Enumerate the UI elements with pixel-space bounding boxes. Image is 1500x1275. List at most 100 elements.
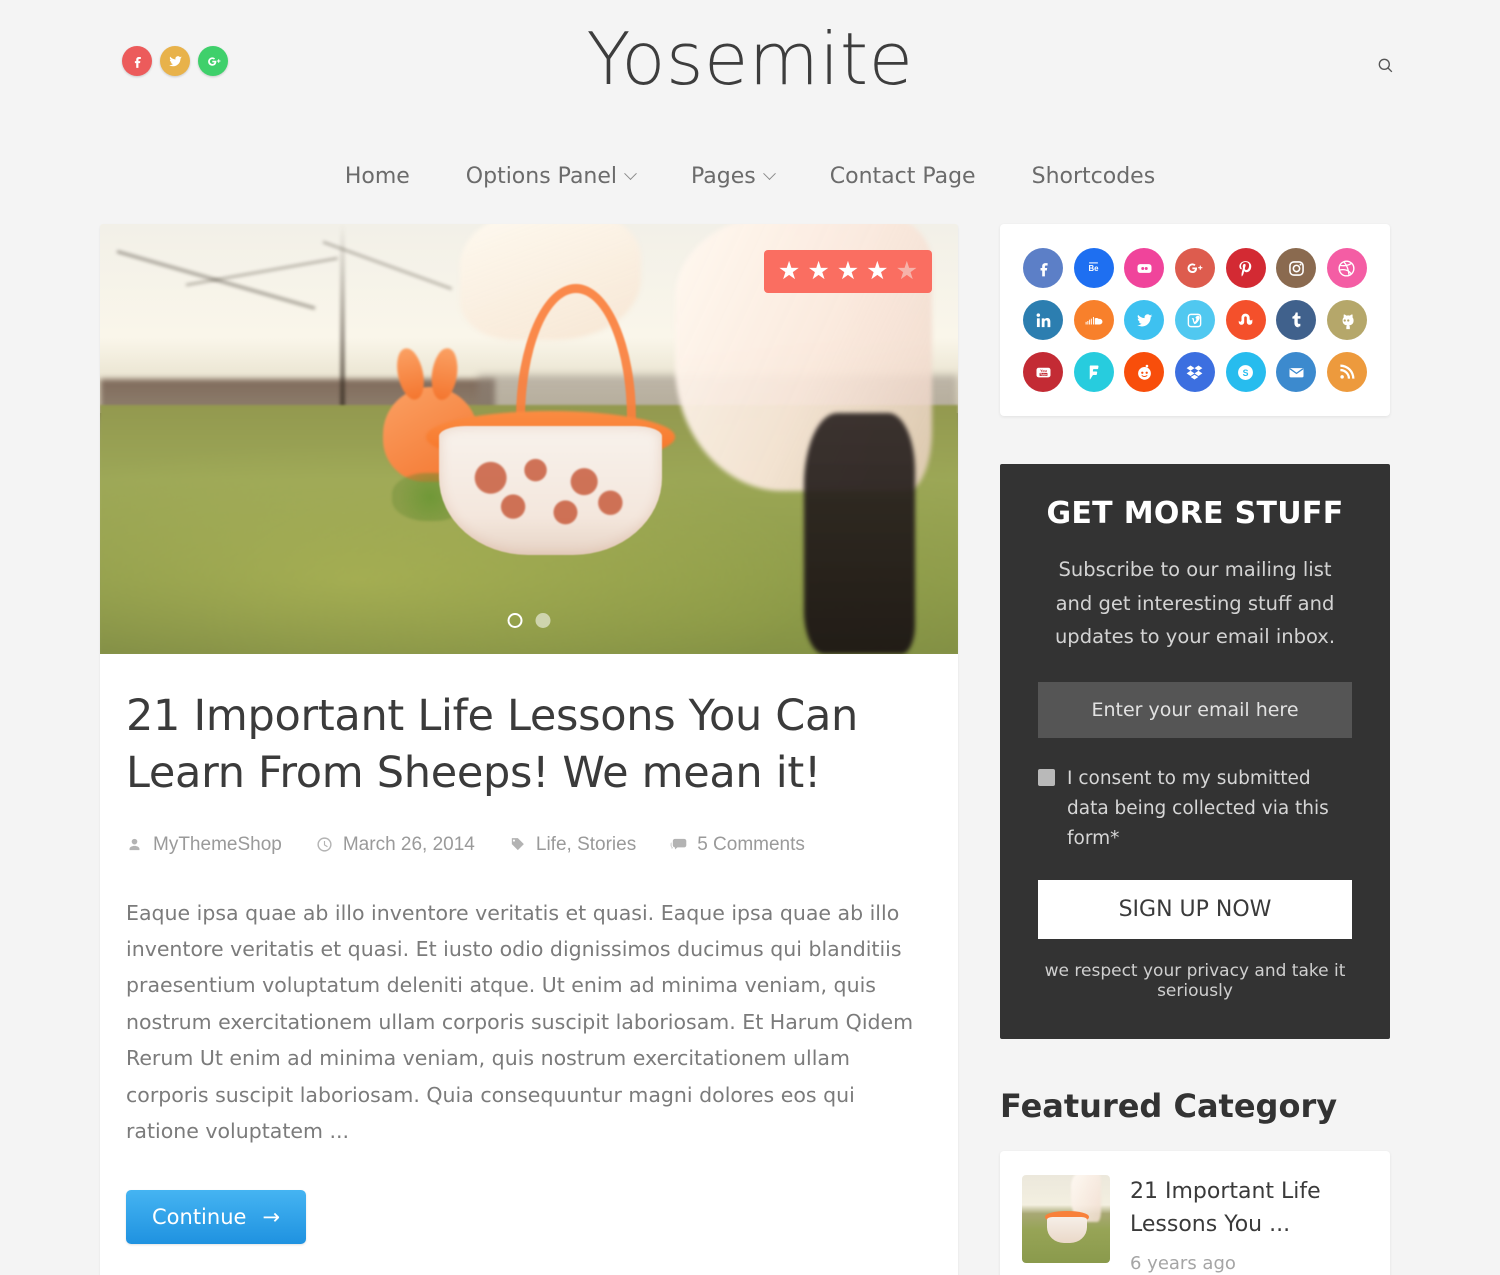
newsletter-description: Subscribe to our mailing list and get in… [1054,558,1336,649]
reddit-icon [1138,364,1151,380]
email-icon [1289,367,1304,377]
newsletter-consent-label: I consent to my submitted data being col… [1067,767,1329,849]
social-icon-facebook[interactable] [1023,248,1064,288]
social-icon-linkedin[interactable] [1023,300,1064,340]
nav-label: Pages [691,163,756,189]
facebook-icon [1040,262,1048,276]
newsletter-box: GET MORE STUFF Subscribe to our mailing … [1000,464,1390,1039]
post-date[interactable]: March 26, 2014 [316,834,475,856]
post-card: ★ ★ ★ ★ ★ 21 Important Life Lessons You … [100,224,958,1275]
social-icon-flickr[interactable] [1124,248,1165,288]
svg-text:Tube: Tube [1040,372,1047,376]
newsletter-consent-row[interactable]: I consent to my submitted data being col… [1038,764,1352,854]
star-icon: ★ [836,257,860,285]
social-icon-skype[interactable]: S [1225,352,1266,392]
rss-icon [1340,364,1355,379]
pinterest-icon [1239,260,1252,276]
social-icon-instagram[interactable] [1276,248,1317,288]
twitter-icon [1137,313,1153,326]
hero-basket [438,426,662,556]
social-icon-dropbox[interactable] [1174,352,1215,392]
slider-dot-active[interactable] [507,613,523,628]
featured-post-time: 6 years ago [1130,1252,1236,1274]
featured-category-card: 21 Important Life Lessons You ... 6 year… [1000,1150,1390,1275]
post-excerpt: Eaque ipsa quae ab illo inventore verita… [126,900,914,1144]
list-item[interactable]: 21 Important Life Lessons You ... 6 year… [1022,1174,1368,1274]
social-icon-reddit[interactable] [1124,352,1165,392]
search-button[interactable] [1370,50,1400,80]
social-icon-googleplus[interactable] [1174,248,1215,288]
soundcloud-icon [1085,316,1103,324]
post-date-label: March 26, 2014 [342,833,475,855]
post-author[interactable]: MyThemeShop [126,834,282,856]
hero-legs [803,413,916,654]
continue-button[interactable]: Continue → [126,1189,307,1244]
featured-post-title[interactable]: 21 Important Life Lessons You ... [1130,1175,1368,1241]
social-icon-rss[interactable] [1326,352,1367,392]
thumb-basket [1046,1216,1088,1244]
youtube-icon: YouTube [1036,367,1051,377]
svg-text:Be: Be [1089,264,1100,273]
featured-post-thumbnail [1022,1174,1110,1263]
googleplus-icon [1188,262,1203,273]
search-icon [1378,58,1392,72]
newsletter-signup-button[interactable]: SIGN UP NOW [1038,879,1352,939]
nav-label: Shortcodes [1031,163,1156,189]
social-icon-vimeo[interactable] [1174,300,1215,340]
user-icon [129,838,140,851]
nav-item-contact-page[interactable]: Contact Page [802,164,1004,189]
social-icon-tumblr[interactable] [1276,300,1317,340]
sidebar: Be You Tube S GET MORE STUFF Subscribe to o… [1000,224,1390,1275]
social-icon-soundcloud[interactable] [1073,300,1114,340]
chevron-down-icon [762,166,776,180]
post-categories[interactable]: Life, Stories [509,834,636,856]
post-meta: MyThemeShop March 26, 2014 Life, Stories… [126,834,932,856]
social-icon-twitter[interactable] [1124,300,1165,340]
star-icon-empty: ★ [895,257,918,285]
newsletter-title: GET MORE STUFF [1046,496,1344,531]
nav-item-shortcodes[interactable]: Shortcodes [1004,164,1184,189]
widget-featured-category: Featured Category 21 Important Life Less… [1000,1087,1390,1275]
rating-badge[interactable]: ★ ★ ★ ★ ★ [763,250,932,293]
social-icon-behance[interactable]: Be [1073,248,1114,288]
newsletter-privacy-note: we respect your privacy and take it seri… [1044,960,1346,1001]
social-icon-email[interactable] [1276,352,1317,392]
tumblr-icon [1292,311,1301,327]
star-icon: ★ [777,257,801,285]
social-icons-grid: Be You Tube S [1022,248,1368,392]
page-layout: ★ ★ ★ ★ ★ 21 Important Life Lessons You … [0,224,1500,1275]
newsletter-email-input[interactable] [1038,681,1352,738]
nav-item-options-panel[interactable]: Options Panel [438,164,663,189]
social-icon-dribbble[interactable] [1326,248,1367,288]
main-content: ★ ★ ★ ★ ★ 21 Important Life Lessons You … [100,224,958,1275]
nav-item-home[interactable]: Home [317,164,438,189]
social-icon-foursquare[interactable] [1073,352,1114,392]
social-icon-pinterest[interactable] [1225,248,1266,288]
social-icon-youtube[interactable]: You Tube [1023,352,1064,392]
post-categories-label: Life, Stories [535,833,637,855]
chevron-down-icon [624,166,637,180]
widget-newsletter: GET MORE STUFF Subscribe to our mailing … [1000,464,1390,1039]
nav-label: Contact Page [829,163,976,189]
newsletter-consent-checkbox[interactable] [1038,768,1055,786]
star-icon: ★ [866,257,889,285]
comment-icon [670,838,687,850]
continue-button-label: Continue [152,1204,247,1229]
behance-icon: Be [1089,261,1100,273]
stumbleupon-icon [1238,313,1253,325]
post-title[interactable]: 21 Important Life Lessons You Can Learn … [126,688,932,802]
social-icon-github[interactable] [1326,300,1367,340]
widget-social-profiles: Be You Tube S [1000,224,1390,416]
post-comments[interactable]: 5 Comments [670,834,805,856]
post-featured-image[interactable]: ★ ★ ★ ★ ★ [100,224,958,654]
svg-text:S: S [1243,368,1249,378]
slider-dot[interactable] [535,613,551,628]
nav-label: Home [344,163,410,189]
instagram-icon [1288,260,1304,276]
site-title[interactable]: Yosemite [0,18,1500,101]
nav-item-pages[interactable]: Pages [663,164,802,189]
social-profiles-card: Be You Tube S [1000,224,1390,416]
dribbble-icon [1338,259,1355,277]
social-icon-stumbleupon[interactable] [1225,300,1266,340]
flickr-icon [1137,263,1152,273]
